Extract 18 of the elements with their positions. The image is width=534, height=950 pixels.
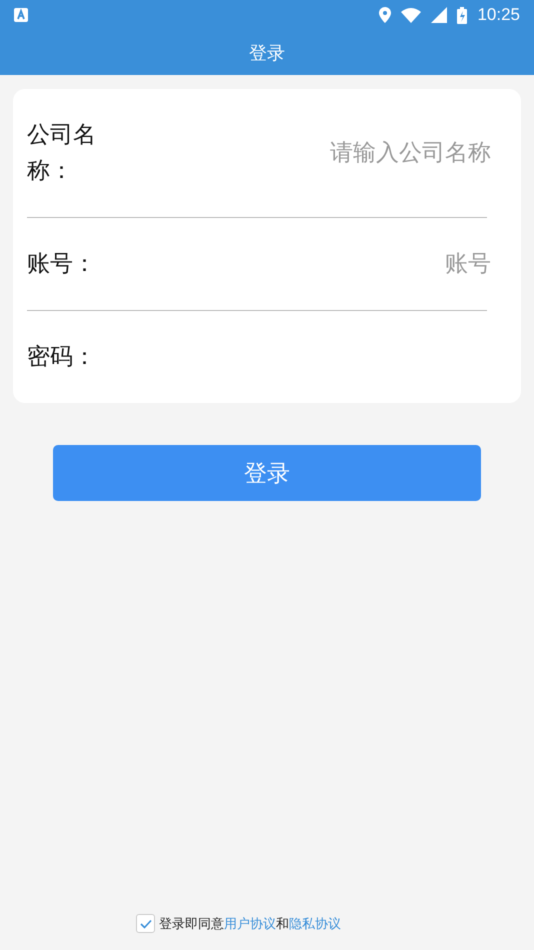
agreement-checkbox[interactable] (136, 914, 155, 933)
agreement-text: 登录即同意用户协议和隐私协议 (159, 916, 341, 932)
window-title: 登录 (249, 42, 285, 64)
field-label: 公司名称： (27, 121, 97, 186)
checkmark-icon (140, 918, 152, 928)
account-field[interactable]: 账号 (147, 243, 493, 285)
login-button[interactable]: 登录 (53, 445, 481, 501)
signal-icon (431, 7, 448, 23)
battery-icon (457, 6, 468, 24)
privacy-policy-link[interactable]: 隐私协议 (289, 916, 341, 932)
field-label: 账号： (27, 250, 97, 279)
user-agreement-link[interactable]: 用户协议 (224, 916, 276, 932)
location-icon (379, 7, 392, 23)
field-label: 密码： (27, 343, 97, 372)
wifi-icon (401, 8, 422, 22)
app-notification-icon (14, 8, 28, 22)
status-time: 10:25 (477, 5, 520, 25)
company-name-field[interactable]: 请输入公司名称 (107, 132, 493, 174)
